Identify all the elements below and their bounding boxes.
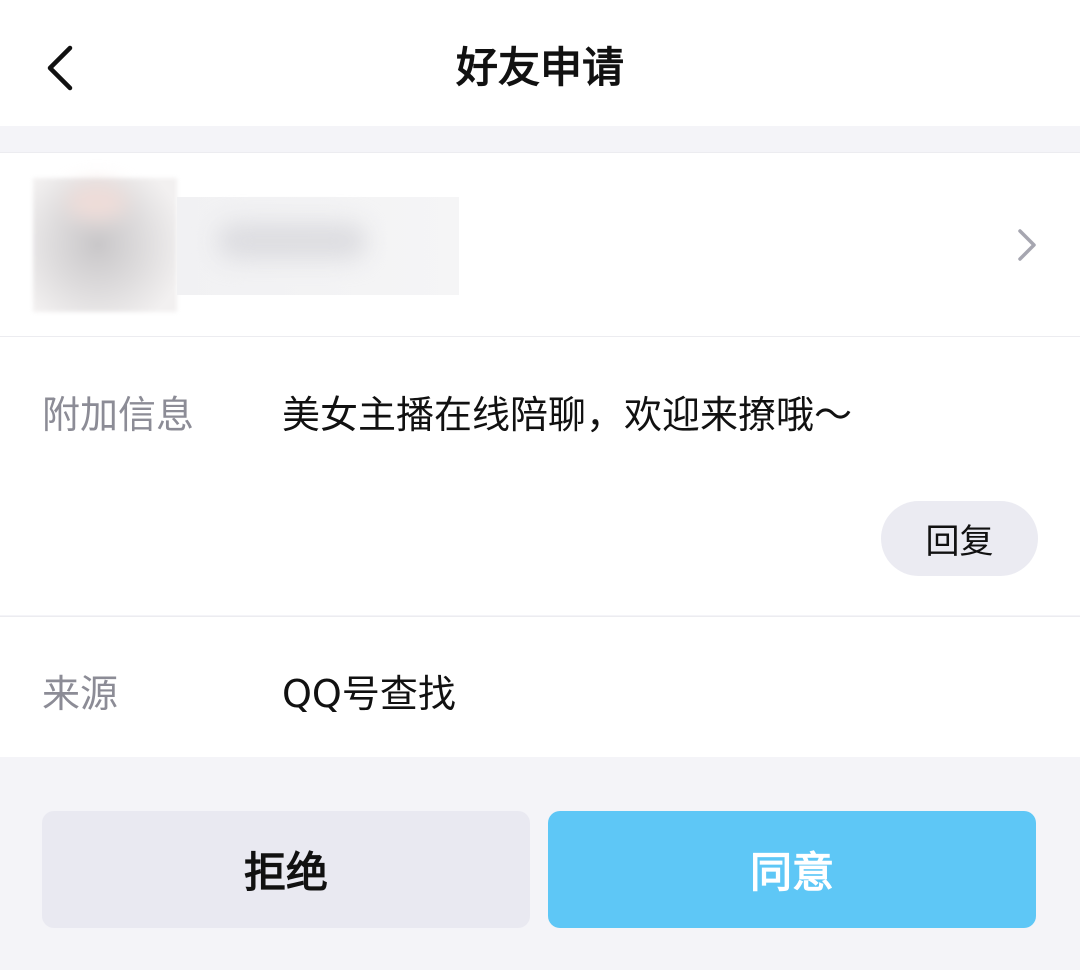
requester-profile-row[interactable] — [0, 152, 1080, 336]
divider — [0, 336, 1080, 337]
divider — [0, 616, 1080, 617]
avatar[interactable] — [33, 178, 177, 312]
reply-button[interactable]: 回复 — [881, 501, 1038, 576]
source-section: 来源 QQ号查找 — [0, 616, 1080, 757]
accept-button[interactable]: 同意 — [548, 811, 1036, 928]
additional-info-message: 美女主播在线陪聊，欢迎来撩哦～ — [282, 393, 853, 437]
page-title: 好友申请 — [455, 43, 624, 92]
chevron-right-icon — [1018, 229, 1036, 261]
source-value: QQ号查找 — [282, 672, 456, 716]
additional-info-label: 附加信息 — [42, 393, 195, 437]
reject-button[interactable]: 拒绝 — [42, 811, 530, 928]
additional-info-section: 附加信息 美女主播在线陪聊，欢迎来撩哦～ 回复 — [0, 336, 1080, 615]
source-label: 来源 — [42, 672, 119, 716]
top-nav-bar: 好友申请 — [0, 0, 1080, 126]
requester-nickname-redacted — [177, 197, 459, 295]
